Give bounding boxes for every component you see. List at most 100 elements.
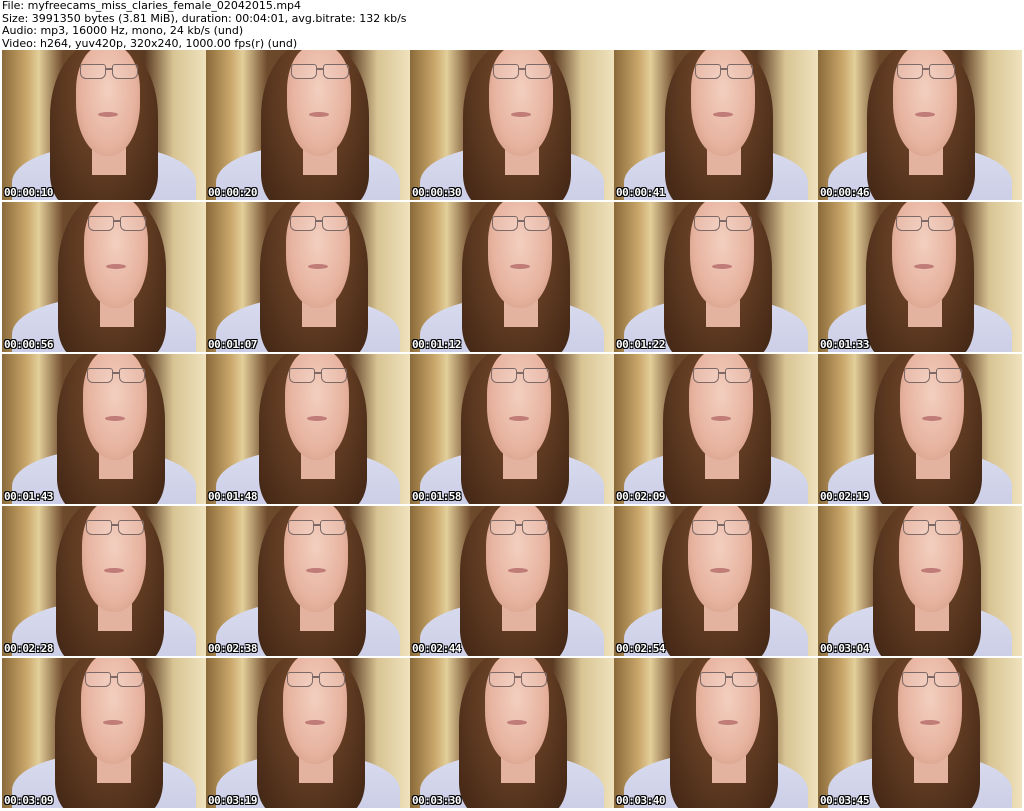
mouth — [920, 720, 940, 725]
glasses — [287, 368, 349, 384]
file-name-line: File: myfreecams_miss_claries_female_020… — [2, 0, 302, 12]
mouth — [103, 720, 123, 725]
mouth — [98, 112, 118, 117]
video-thumbnail: 00:01:48 — [206, 354, 410, 504]
mouth — [718, 720, 738, 725]
glasses — [78, 64, 140, 80]
glasses — [85, 368, 147, 384]
thumbnail-timestamp: 00:01:43 — [4, 490, 53, 503]
glasses — [900, 672, 962, 688]
thumbnail-timestamp: 00:01:12 — [412, 338, 461, 351]
mouth — [914, 264, 934, 269]
thumbnail-timestamp: 00:03:19 — [208, 794, 257, 807]
glasses — [83, 672, 145, 688]
thumbnail-timestamp: 00:02:19 — [820, 490, 869, 503]
thumbnail-timestamp: 00:01:07 — [208, 338, 257, 351]
mouth — [308, 264, 328, 269]
glasses — [691, 368, 753, 384]
video-thumbnail: 00:03:30 — [410, 658, 614, 808]
mouth — [306, 568, 326, 573]
video-thumbnail: 00:02:44 — [410, 506, 614, 656]
mouth — [711, 416, 731, 421]
mouth — [710, 568, 730, 573]
video-thumbnail: 00:02:09 — [614, 354, 818, 504]
glasses — [288, 216, 350, 232]
thumbnail-timestamp: 00:02:28 — [4, 642, 53, 655]
thumbnail-timestamp: 00:01:58 — [412, 490, 461, 503]
audio-info-line: Audio: mp3, 16000 Hz, mono, 24 kb/s (und… — [2, 24, 244, 37]
video-thumbnail: 00:01:22 — [614, 202, 818, 352]
mouth — [922, 416, 942, 421]
video-thumbnail: 00:02:54 — [614, 506, 818, 656]
thumbnail-timestamp: 00:03:04 — [820, 642, 869, 655]
video-thumbnail: 00:00:10 — [2, 50, 206, 200]
thumbnail-timestamp: 00:02:09 — [616, 490, 665, 503]
glasses — [285, 672, 347, 688]
thumbnail-timestamp: 00:03:45 — [820, 794, 869, 807]
video-thumbnail: 00:01:58 — [410, 354, 614, 504]
video-thumbnail: 00:01:43 — [2, 354, 206, 504]
thumbnail-timestamp: 00:00:10 — [4, 186, 53, 199]
mouth — [507, 720, 527, 725]
video-info-line: Video: h264, yuv420p, 320x240, 1000.00 f… — [2, 36, 298, 50]
mouth — [106, 264, 126, 269]
video-thumbnail: 00:02:28 — [2, 506, 206, 656]
glasses — [690, 520, 752, 536]
video-thumbnail: 00:03:19 — [206, 658, 410, 808]
mouth — [915, 112, 935, 117]
file-info-header: File: myfreecams_miss_claries_female_020… — [2, 0, 1022, 50]
thumbnail-timestamp: 00:00:20 — [208, 186, 257, 199]
glasses — [84, 520, 146, 536]
glasses — [489, 368, 551, 384]
thumbnail-timestamp: 00:00:41 — [616, 186, 665, 199]
glasses — [491, 64, 553, 80]
glasses — [894, 216, 956, 232]
thumbnail-timestamp: 00:01:22 — [616, 338, 665, 351]
glasses — [286, 520, 348, 536]
thumbnail-timestamp: 00:01:48 — [208, 490, 257, 503]
video-thumbnail: 00:00:30 — [410, 50, 614, 200]
video-thumbnail: 00:02:19 — [818, 354, 1022, 504]
mouth — [510, 264, 530, 269]
thumbnail-timestamp: 00:02:44 — [412, 642, 461, 655]
glasses — [698, 672, 760, 688]
thumbnail-timestamp: 00:00:46 — [820, 186, 869, 199]
video-thumbnail: 00:00:56 — [2, 202, 206, 352]
video-thumbnail: 00:03:04 — [818, 506, 1022, 656]
thumbnail-timestamp: 00:01:33 — [820, 338, 869, 351]
glasses — [692, 216, 754, 232]
mouth — [508, 568, 528, 573]
glasses — [490, 216, 552, 232]
video-thumbnail: 00:01:33 — [818, 202, 1022, 352]
video-thumbnail: 00:01:12 — [410, 202, 614, 352]
glasses — [901, 520, 963, 536]
glasses — [488, 520, 550, 536]
thumbnail-timestamp: 00:02:38 — [208, 642, 257, 655]
mouth — [307, 416, 327, 421]
video-thumbnail: 00:01:07 — [206, 202, 410, 352]
thumbnail-timestamp: 00:00:30 — [412, 186, 461, 199]
glasses — [693, 64, 755, 80]
video-thumbnail: 00:03:45 — [818, 658, 1022, 808]
glasses — [895, 64, 957, 80]
mouth — [104, 568, 124, 573]
video-thumbnail: 00:03:09 — [2, 658, 206, 808]
glasses — [86, 216, 148, 232]
mouth — [509, 416, 529, 421]
mouth — [511, 112, 531, 117]
thumbnail-timestamp: 00:03:30 — [412, 794, 461, 807]
glasses — [902, 368, 964, 384]
mouth — [309, 112, 329, 117]
thumbnail-timestamp: 00:02:54 — [616, 642, 665, 655]
mouth — [713, 112, 733, 117]
thumbnail-timestamp: 00:03:09 — [4, 794, 53, 807]
video-thumbnail: 00:02:38 — [206, 506, 410, 656]
mouth — [305, 720, 325, 725]
mouth — [921, 568, 941, 573]
thumbnail-timestamp: 00:03:40 — [616, 794, 665, 807]
glasses — [487, 672, 549, 688]
video-thumbnail: 00:00:46 — [818, 50, 1022, 200]
thumbnail-grid: 00:00:10 00:00:20 00:00:30 00:00:41 00:00:46… — [0, 50, 1024, 811]
video-thumbnail: 00:00:41 — [614, 50, 818, 200]
glasses — [289, 64, 351, 80]
